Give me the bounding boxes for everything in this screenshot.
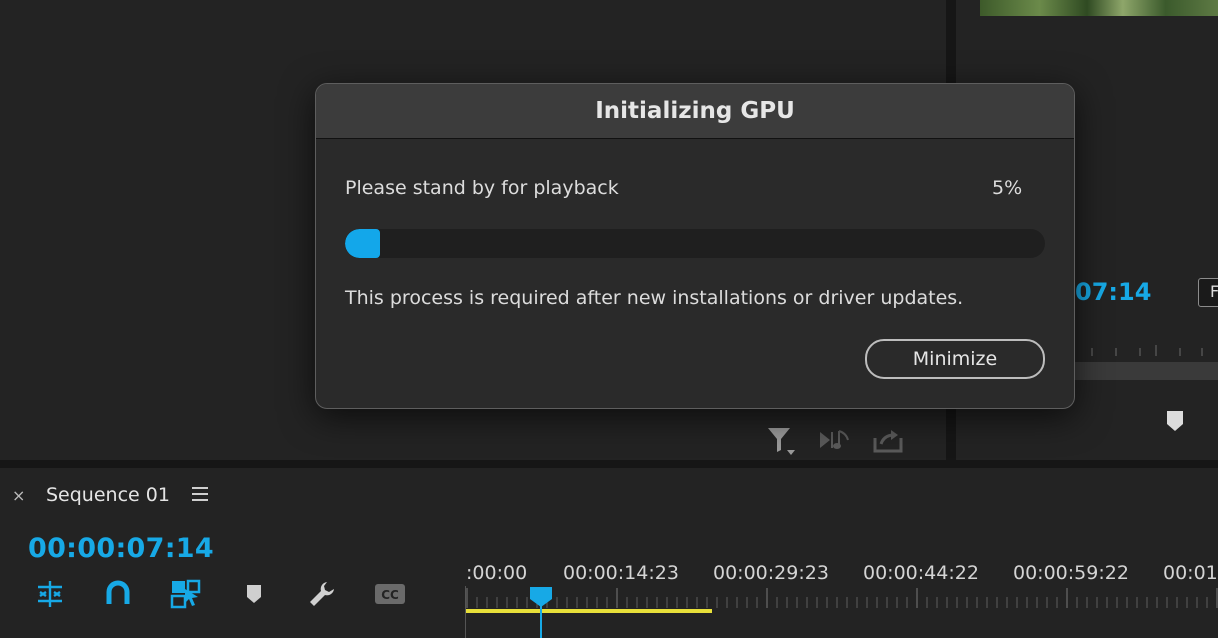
program-zoom-scrollbar[interactable] (1072, 362, 1218, 380)
snap-magnet-icon[interactable] (102, 578, 134, 610)
program-video-frame (980, 0, 1218, 16)
progress-percent: 5% (992, 177, 1023, 199)
add-marker-icon[interactable] (238, 578, 270, 610)
insert-sequence-icon[interactable] (34, 578, 66, 610)
program-fit-label: F (1210, 282, 1218, 301)
captions-icon[interactable]: CC (374, 578, 406, 610)
minimize-button[interactable]: Minimize (865, 339, 1045, 379)
work-area-bar[interactable] (466, 609, 712, 613)
initializing-gpu-dialog: Initializing GPU Please stand by for pla… (315, 83, 1075, 409)
timeline-time-ruler[interactable] (466, 560, 1218, 638)
export-icon[interactable] (872, 428, 904, 454)
progress-bar (345, 229, 1045, 258)
playhead-handle[interactable] (529, 586, 553, 608)
sequence-tab-title[interactable]: Sequence 01 (46, 484, 170, 506)
audio-playback-icon[interactable] (818, 428, 852, 454)
program-timecode[interactable]: 07:14 (1075, 278, 1151, 306)
panel-menu-icon[interactable] (192, 487, 208, 503)
timeline-timecode[interactable]: 00:00:07:14 (28, 533, 214, 564)
wrench-icon[interactable] (306, 578, 338, 610)
svg-text:CC: CC (381, 588, 399, 602)
dialog-header: Initializing GPU (316, 84, 1074, 139)
dialog-title: Initializing GPU (595, 98, 795, 124)
panel-divider-horizontal[interactable] (0, 460, 1218, 468)
program-time-ruler[interactable] (1072, 340, 1218, 360)
status-text: Please stand by for playback (345, 177, 619, 199)
add-marker-icon[interactable] (1166, 410, 1184, 432)
progress-fill (345, 229, 380, 258)
linked-selection-icon[interactable] (170, 578, 202, 610)
close-tab-icon[interactable]: × (12, 486, 25, 505)
info-message: This process is required after new insta… (345, 287, 964, 309)
filter-icon[interactable] (766, 426, 798, 458)
